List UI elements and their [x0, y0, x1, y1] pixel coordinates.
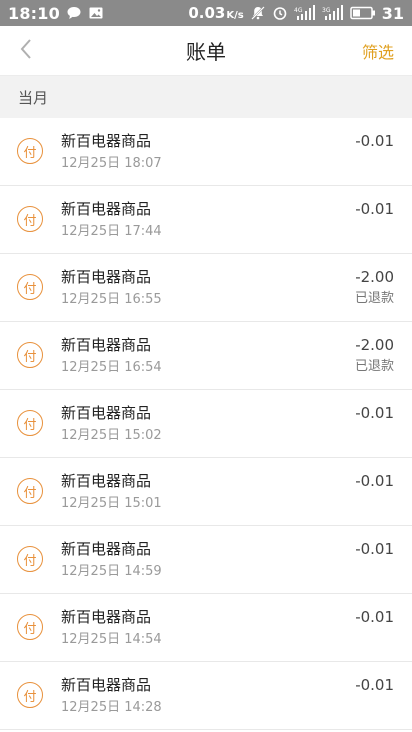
transaction-text: 新百电器商品 12月25日 15:01	[61, 471, 162, 513]
status-time: 18:10	[8, 3, 60, 23]
transaction-row[interactable]: 付新百电器商品 12月25日 17:44 -0.01	[0, 186, 412, 254]
transaction-name: 新百电器商品	[61, 540, 152, 558]
transaction-right: -0.01	[355, 675, 394, 695]
transaction-row[interactable]: 付新百电器商品 12月25日 14:54 -0.01	[0, 594, 412, 662]
transaction-amount: -0.01	[355, 404, 394, 422]
transaction-time: 12月25日 14:28	[61, 700, 162, 715]
status-bar: 18:10 0.03K/s 4G 3G 31	[0, 0, 412, 26]
chevron-left-icon	[19, 38, 33, 64]
transaction-name: 新百电器商品	[61, 200, 152, 218]
payment-icon: 付	[17, 478, 43, 504]
transaction-row[interactable]: 付新百电器商品 12月25日 16:55 -2.00 已退款	[0, 254, 412, 322]
transaction-row[interactable]: 付新百电器商品 12月25日 15:01 -0.01	[0, 458, 412, 526]
battery-icon	[349, 6, 376, 20]
transaction-time: 12月25日 17:44	[61, 224, 162, 239]
status-left: 18:10	[8, 4, 104, 23]
refund-status: 已退款	[354, 359, 394, 374]
payment-icon: 付	[17, 206, 43, 232]
transaction-time: 12月25日 16:54	[61, 360, 162, 375]
transaction-text: 新百电器商品 12月25日 17:44	[61, 199, 162, 241]
transaction-list: 付新百电器商品 12月25日 18:07 -0.01 付新百电器商品 12月25日 17…	[0, 118, 412, 730]
transaction-name: 新百电器商品	[61, 336, 152, 354]
status-right: 0.03K/s 4G 3G 31	[188, 4, 404, 23]
transaction-amount: -0.01	[355, 132, 394, 150]
transaction-row[interactable]: 付新百电器商品 12月25日 15:02 -0.01	[0, 390, 412, 458]
signal-4g-icon: 4G	[294, 5, 316, 21]
net-speed-unit: K/s	[226, 10, 244, 21]
transaction-name: 新百电器商品	[61, 268, 152, 286]
filter-button[interactable]: 筛选	[362, 39, 394, 63]
transaction-text: 新百电器商品 12月25日 16:54	[61, 335, 162, 377]
transaction-text: 新百电器商品 12月25日 14:59	[61, 539, 162, 581]
transaction-right: -0.01	[355, 403, 394, 423]
nav-bar: 账单 筛选	[0, 26, 412, 76]
transaction-row[interactable]: 付新百电器商品 12月25日 18:07 -0.01	[0, 118, 412, 186]
section-header-current-month: 当月	[0, 76, 412, 118]
transaction-name: 新百电器商品	[61, 472, 152, 490]
transaction-amount: -0.01	[355, 540, 394, 558]
transaction-time: 12月25日 16:55	[61, 292, 162, 307]
payment-icon: 付	[17, 614, 43, 640]
transaction-text: 新百电器商品 12月25日 14:54	[61, 607, 162, 649]
transaction-text: 新百电器商品 12月25日 15:02	[61, 403, 162, 445]
net-speed-value: 0.03	[188, 4, 226, 22]
transaction-row[interactable]: 付新百电器商品 12月25日 14:59 -0.01	[0, 526, 412, 594]
transaction-right: -0.01	[355, 131, 394, 151]
page-title: 账单	[186, 40, 226, 64]
back-button[interactable]	[14, 38, 38, 64]
transaction-name: 新百电器商品	[61, 404, 152, 422]
transaction-amount: -0.01	[355, 472, 394, 490]
transaction-name: 新百电器商品	[61, 608, 152, 626]
transaction-amount: -0.01	[355, 608, 394, 626]
transaction-name: 新百电器商品	[61, 132, 152, 150]
transaction-row[interactable]: 付新百电器商品 12月25日 16:54 -2.00 已退款	[0, 322, 412, 390]
transaction-right: -2.00 已退款	[355, 335, 394, 376]
chat-bubble-icon	[66, 5, 82, 21]
signal-3g-icon: 3G	[322, 5, 344, 21]
transaction-amount: -2.00	[355, 268, 394, 286]
transaction-amount: -2.00	[355, 336, 394, 354]
transaction-time: 12月25日 14:54	[61, 632, 162, 647]
net-speed: 0.03K/s	[188, 4, 243, 22]
battery-level: 31	[381, 3, 404, 23]
image-icon	[88, 5, 104, 21]
transaction-right: -2.00 已退款	[355, 267, 394, 308]
transaction-time: 12月25日 18:07	[61, 156, 162, 171]
mute-bell-icon	[250, 5, 266, 21]
payment-icon: 付	[17, 342, 43, 368]
alarm-clock-icon	[272, 5, 288, 21]
transaction-amount: -0.01	[355, 676, 394, 694]
transaction-time: 12月25日 14:59	[61, 564, 162, 579]
transaction-right: -0.01	[355, 539, 394, 559]
refund-status: 已退款	[354, 291, 394, 306]
transaction-amount: -0.01	[355, 200, 394, 218]
transaction-right: -0.01	[355, 607, 394, 627]
payment-icon: 付	[17, 138, 43, 164]
transaction-right: -0.01	[355, 199, 394, 219]
transaction-text: 新百电器商品 12月25日 18:07	[61, 131, 162, 173]
transaction-text: 新百电器商品 12月25日 14:28	[61, 675, 162, 717]
payment-icon: 付	[17, 274, 43, 300]
payment-icon: 付	[17, 546, 43, 572]
transaction-row[interactable]: 付新百电器商品 12月25日 14:28 -0.01	[0, 662, 412, 730]
svg-text:3G: 3G	[322, 7, 331, 14]
payment-icon: 付	[17, 682, 43, 708]
svg-text:4G: 4G	[294, 7, 303, 14]
transaction-name: 新百电器商品	[61, 676, 152, 694]
transaction-time: 12月25日 15:01	[61, 496, 162, 511]
transaction-right: -0.01	[355, 471, 394, 491]
payment-icon: 付	[17, 410, 43, 436]
transaction-text: 新百电器商品 12月25日 16:55	[61, 267, 162, 309]
transaction-time: 12月25日 15:02	[61, 428, 162, 443]
